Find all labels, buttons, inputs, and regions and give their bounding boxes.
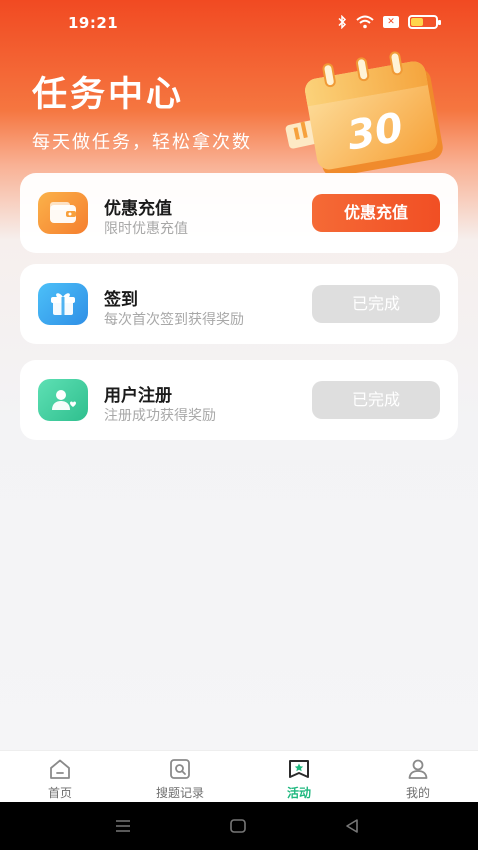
- tab-label: 搜题记录: [155, 786, 204, 800]
- status-icons: ✕: [337, 14, 441, 30]
- bluetooth-icon: [338, 15, 347, 29]
- profile-icon: [408, 759, 428, 779]
- wallet-icon: [38, 192, 88, 234]
- task-description: 限时优惠充值: [104, 221, 188, 237]
- recharge-button[interactable]: 优惠充值: [312, 194, 440, 232]
- battery-level: [411, 18, 423, 26]
- gift-icon: [38, 283, 88, 325]
- activity-icon: [289, 760, 309, 778]
- status-time: 19:21: [68, 14, 119, 32]
- calendar-number: 30: [344, 105, 407, 160]
- tab-search-records[interactable]: 搜题记录: [120, 751, 240, 803]
- tab-bar: 首页 搜题记录 活动 我的: [0, 750, 478, 802]
- tab-profile[interactable]: 我的: [358, 751, 478, 803]
- checkin-completed-button[interactable]: 已完成: [312, 285, 440, 323]
- task-card-recharge: 优惠充值 限时优惠充值 优惠充值: [20, 173, 458, 253]
- battery-icon: [408, 15, 441, 29]
- back-icon[interactable]: [342, 816, 362, 836]
- wifi-icon: [356, 15, 374, 29]
- search-record-icon: [170, 759, 190, 779]
- task-card-register: 用户注册 注册成功获得奖励 已完成: [20, 360, 458, 440]
- task-description: 每次首次签到获得奖励: [104, 312, 244, 328]
- task-title: 用户注册: [104, 386, 172, 406]
- menu-icon[interactable]: [113, 816, 133, 836]
- tab-label: 首页: [47, 786, 72, 800]
- register-completed-button[interactable]: 已完成: [312, 381, 440, 419]
- page-subtitle: 每天做任务，轻松拿次数: [32, 132, 252, 153]
- user-heart-icon: [38, 379, 88, 421]
- home-square-icon[interactable]: [228, 816, 248, 836]
- status-bar: 19:21 ✕: [0, 0, 478, 44]
- page-title: 任务中心: [32, 75, 185, 115]
- task-title: 签到: [104, 290, 138, 310]
- x-badge-icon: ✕: [383, 16, 399, 28]
- task-description: 注册成功获得奖励: [104, 408, 216, 424]
- system-nav-bar: [0, 802, 478, 850]
- tab-activity[interactable]: 活动: [239, 751, 359, 803]
- task-card-checkin: 签到 每次首次签到获得奖励 已完成: [20, 264, 458, 344]
- tab-home[interactable]: 首页: [0, 751, 120, 803]
- task-title: 优惠充值: [104, 199, 172, 219]
- home-icon: [50, 759, 70, 779]
- tab-label: 活动: [286, 786, 311, 800]
- calendar-icon: 30: [285, 51, 443, 174]
- tab-label: 我的: [405, 786, 430, 800]
